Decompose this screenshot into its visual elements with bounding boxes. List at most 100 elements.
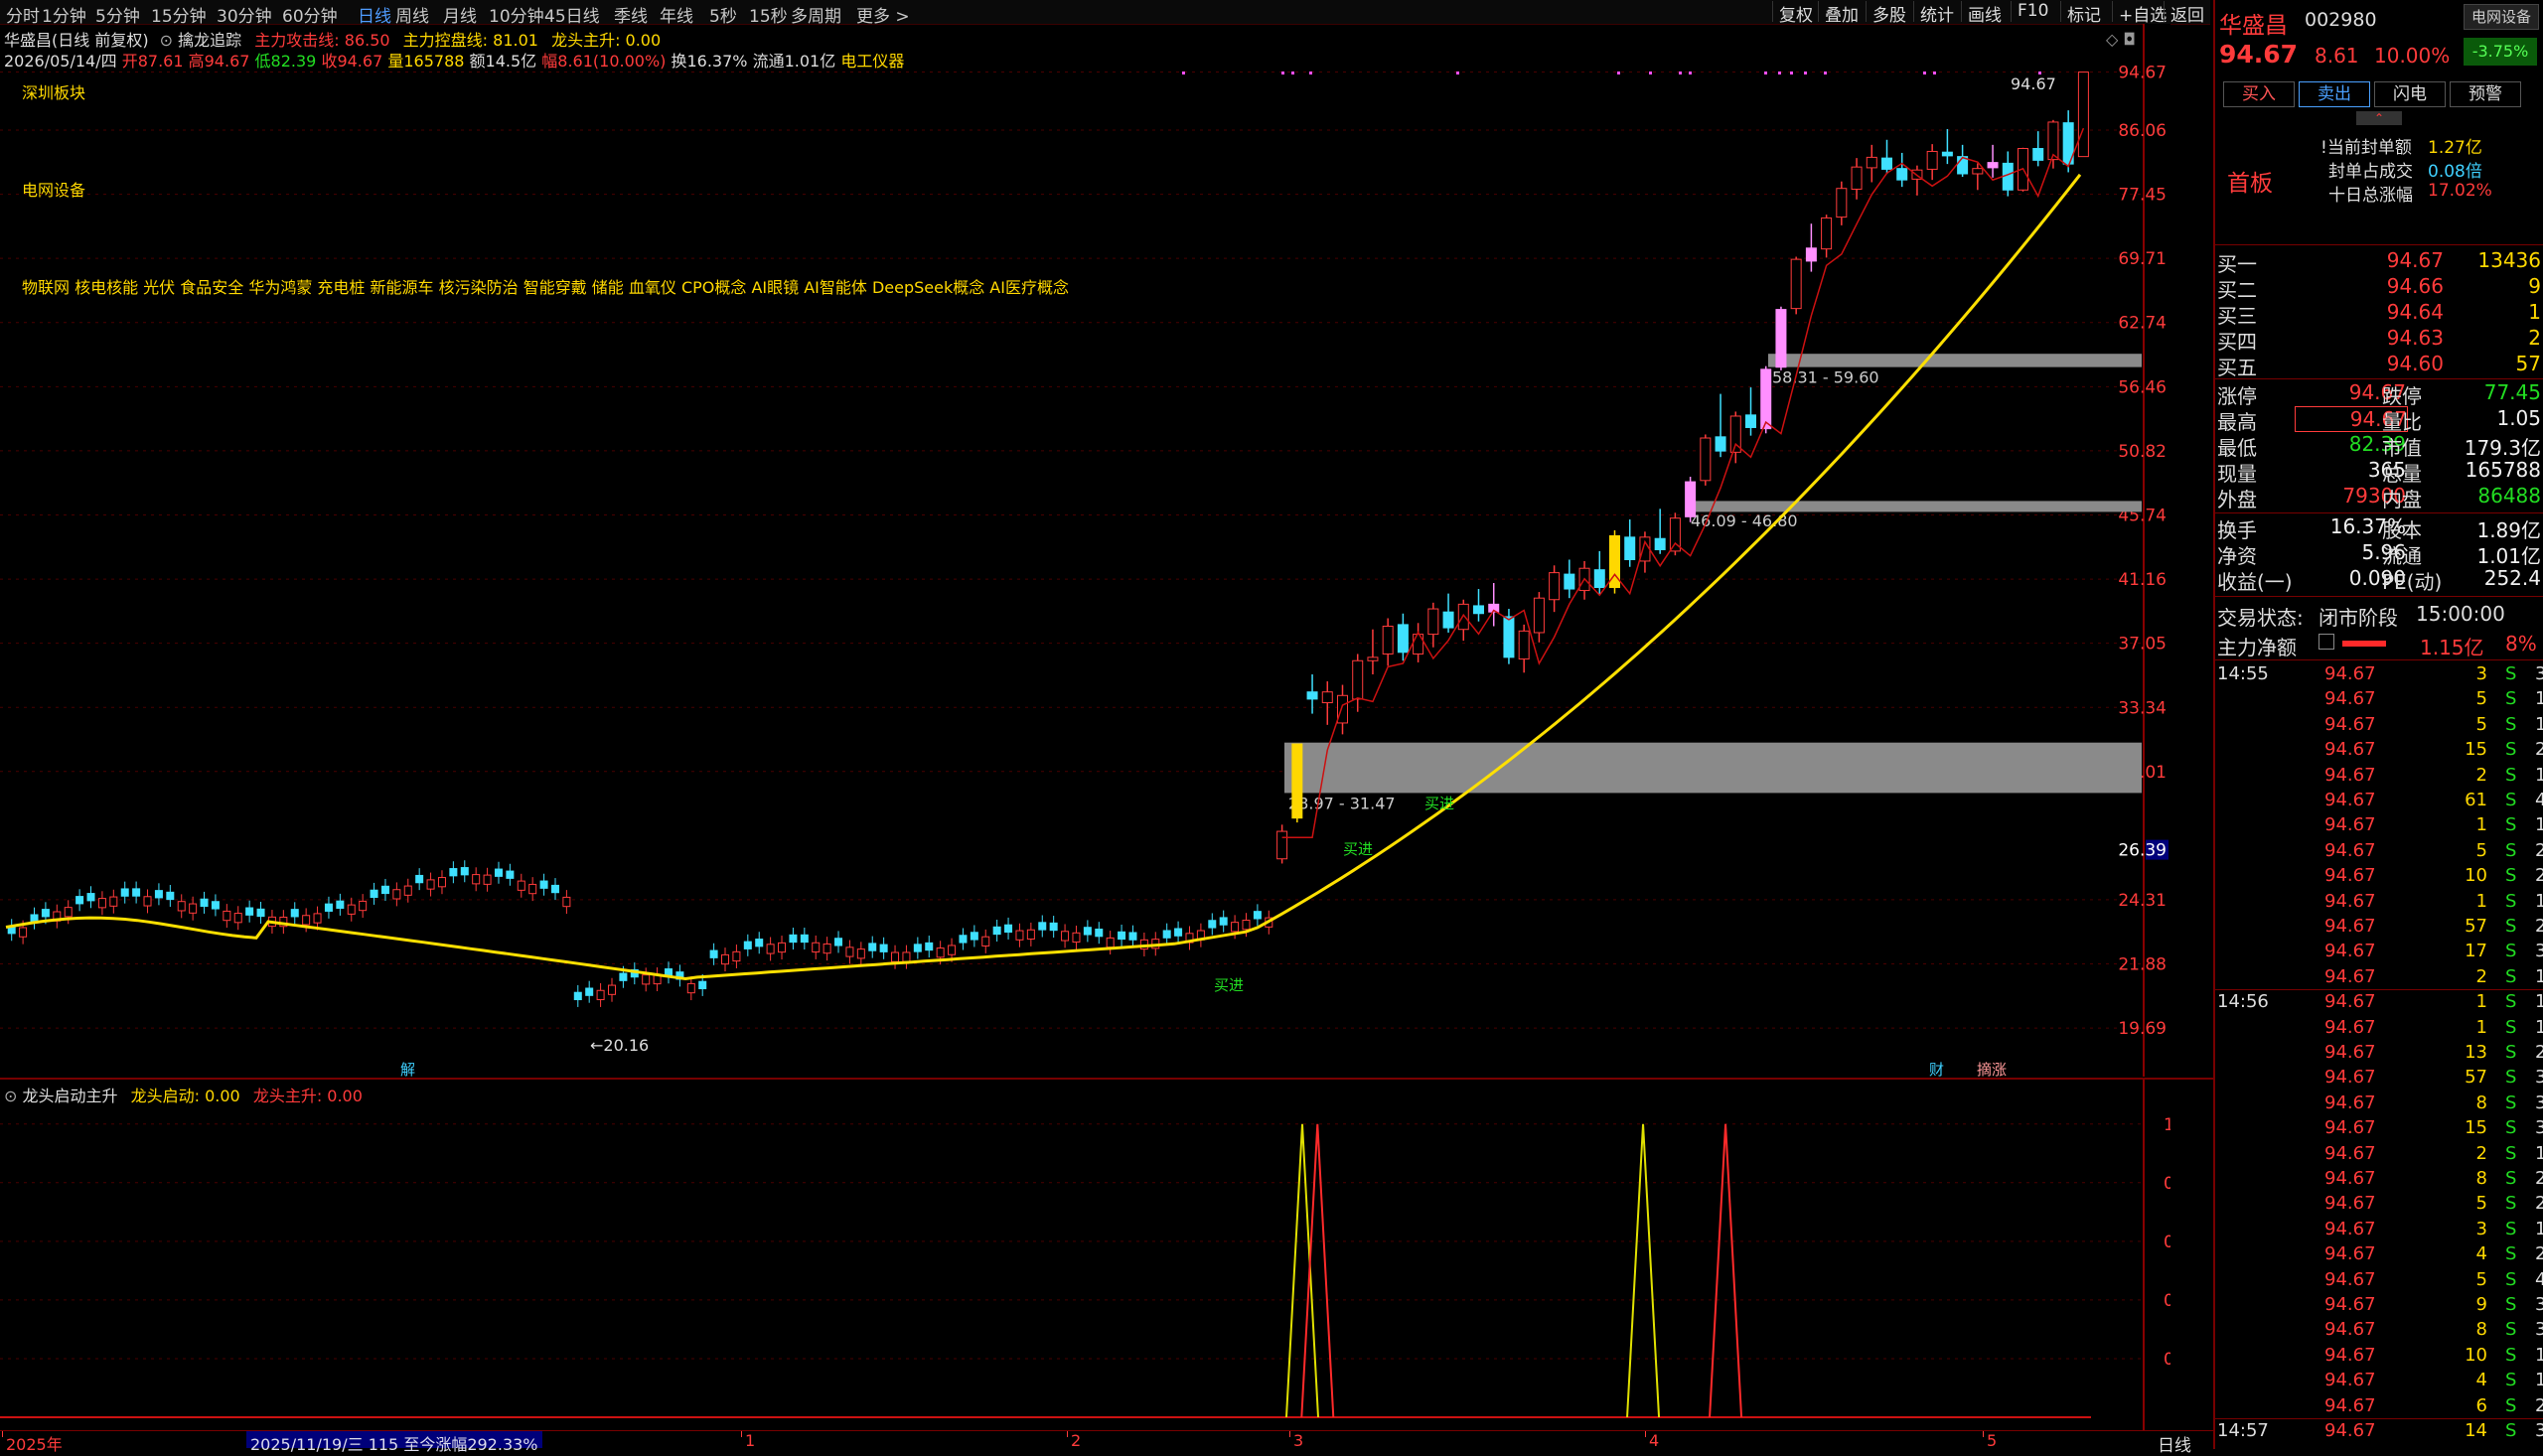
tick-row[interactable]: 14:56 94.67 1 S 1 — [2215, 991, 2543, 1016]
bid-row[interactable]: 买五 94.60 57 — [2215, 352, 2543, 379]
candle-body — [1836, 188, 1848, 218]
candle-body — [256, 908, 265, 918]
tick-volume: 5 — [2475, 713, 2487, 735]
candle-body — [1049, 922, 1058, 932]
tick-row[interactable]: 94.67 15 S 3 — [2215, 1117, 2543, 1142]
toolbar-action-2[interactable]: 多股 — [1866, 1, 1912, 26]
signal-dot — [1804, 72, 1807, 74]
candle-body — [64, 907, 73, 918]
candle-body — [1083, 927, 1092, 936]
y-tick-label: 62.74 — [2118, 314, 2167, 334]
tick-row[interactable]: 94.67 5 S 1 — [2215, 688, 2543, 713]
tick-row[interactable]: 94.67 15 S 2 — [2215, 739, 2543, 764]
mainflow-toggle-icon[interactable] — [2319, 634, 2334, 650]
alert-button[interactable]: 预警 — [2450, 81, 2521, 107]
tick-price: 94.67 — [2324, 1420, 2376, 1441]
tick-price: 94.67 — [2324, 663, 2376, 684]
sub-y-tick-label: 0.60 — [2164, 1233, 2170, 1252]
tick-row[interactable]: 94.67 57 S 3 — [2215, 1067, 2543, 1092]
toolbar-action-3[interactable]: 统计 — [1913, 1, 1960, 26]
tick-row[interactable]: 94.67 1 S 1 — [2215, 891, 2543, 916]
bid-row[interactable]: 买一 94.67 13436 — [2215, 248, 2543, 276]
candle-body — [970, 932, 978, 941]
candle-body — [1291, 743, 1303, 819]
tick-row[interactable]: 94.67 2 S 1 — [2215, 966, 2543, 991]
tick-row[interactable]: 94.67 5 S 1 — [2215, 714, 2543, 739]
tick-row[interactable]: 94.67 3 S 1 — [2215, 1219, 2543, 1243]
tick-row[interactable]: 94.67 8 S 3 — [2215, 1319, 2543, 1344]
candle-body — [1337, 694, 1348, 724]
stat-label: 涨停 — [2217, 384, 2257, 408]
stock-code: 002980 — [2305, 9, 2377, 31]
fundamental-stats: 换手 16.37% 股本 1.89亿 净资 5.96 流通 1.01亿 收益(一) … — [2215, 514, 2543, 594]
toolbar-action-6[interactable]: 标记 — [2060, 1, 2107, 26]
stock-name: 华盛昌 — [2219, 13, 2288, 39]
flash-button[interactable]: 闪电 — [2374, 81, 2446, 107]
tick-row[interactable]: 94.67 5 S 4 — [2215, 1269, 2543, 1294]
bid-row[interactable]: 买三 94.64 1 — [2215, 300, 2543, 328]
candle-body — [1457, 603, 1469, 631]
tick-row[interactable]: 94.67 17 S 3 — [2215, 941, 2543, 965]
tick-row[interactable]: 14:57 94.67 14 S 3 — [2215, 1420, 2543, 1445]
order-book: 买一 94.67 13436 买二 94.66 9 买三 94.64 1 买四 94.… — [2215, 248, 2543, 379]
stat-label: 总量 — [2382, 462, 2422, 486]
tick-row[interactable]: 94.67 8 S 2 — [2215, 1168, 2543, 1193]
buy-button[interactable]: 买入 — [2223, 81, 2295, 107]
candle-body — [1685, 481, 1697, 517]
tick-volume: 6 — [2475, 1394, 2487, 1416]
tick-row[interactable]: 14:55 94.67 3 S 3 — [2215, 663, 2543, 688]
tick-row[interactable]: 94.67 5 S 2 — [2215, 1193, 2543, 1218]
y-tick-label: 26.39 — [2118, 841, 2167, 861]
bid-row[interactable]: 买四 94.63 2 — [2215, 326, 2543, 354]
tick-row[interactable]: 94.67 13 S 2 — [2215, 1042, 2543, 1067]
tick-row[interactable]: 94.67 1 S 1 — [2215, 1017, 2543, 1042]
tick-row[interactable]: 94.67 8 S 3 — [2215, 1092, 2543, 1117]
tick-row[interactable]: 94.67 6 S 2 — [2215, 1395, 2543, 1420]
sub-indicator-chart[interactable]: 1.00 0.80 0.60 0.40 0.20 — [0, 1080, 2170, 1430]
quote-stat-row: 最低 82.39 市值 179.3亿 — [2215, 432, 2543, 460]
candle-body — [1128, 932, 1137, 941]
tick-price: 94.67 — [2324, 764, 2376, 786]
tick-row[interactable]: 94.67 4 S 2 — [2215, 1243, 2543, 1268]
bid-price: 94.60 — [2386, 352, 2444, 375]
sector-tag[interactable]: 电网设备 — [2464, 4, 2539, 30]
candlestick-chart[interactable]: 94.6786.0677.4569.7162.7456.4650.8245.74… — [0, 24, 2170, 1077]
candle-body — [1805, 247, 1817, 262]
toolbar-action-0[interactable]: 复权 — [1772, 1, 1819, 26]
bid-row[interactable]: 买二 94.66 9 — [2215, 274, 2543, 302]
tick-row[interactable]: 94.67 1 S 1 — [2215, 814, 2543, 839]
candle-body — [200, 898, 209, 908]
candle-body — [154, 890, 163, 899]
bid-volume: 57 — [2515, 352, 2541, 375]
tick-row[interactable]: 94.67 5 S 2 — [2215, 840, 2543, 865]
tick-row[interactable]: 94.67 2 S 1 — [2215, 1143, 2543, 1168]
candle-body — [1715, 436, 1726, 452]
candle-body — [948, 945, 957, 955]
collapse-arrow-icon[interactable]: ⌃ — [2356, 111, 2402, 125]
signal-dot — [1291, 72, 1294, 74]
signal-dot — [1778, 72, 1781, 74]
toolbar-action-4[interactable]: 画线 — [1961, 1, 2008, 26]
sell-button[interactable]: 卖出 — [2299, 81, 2370, 107]
toolbar-action-1[interactable]: 叠加 — [1818, 1, 1865, 26]
tick-row[interactable]: 94.67 10 S 1 — [2215, 1345, 2543, 1370]
toolbar-action-5[interactable]: F10 — [2011, 1, 2054, 22]
axis-mode-label[interactable]: 日线 — [2158, 1431, 2191, 1456]
toolbar-action-8[interactable]: 返回 — [2164, 1, 2210, 26]
tick-side: S — [2505, 663, 2517, 684]
tick-count: 2 — [2535, 1394, 2543, 1416]
candle-body — [1427, 608, 1439, 636]
tick-row[interactable]: 94.67 10 S 2 — [2215, 865, 2543, 890]
tick-row[interactable]: 94.67 4 S 1 — [2215, 1370, 2543, 1394]
tick-list[interactable]: 14:55 94.67 3 S 3 94.67 5 S 1 94.67 5 S … — [2215, 663, 2543, 1448]
bid-price: 94.66 — [2386, 274, 2444, 298]
tick-price: 94.67 — [2324, 1067, 2376, 1089]
x-tick-mark — [1067, 1431, 1068, 1437]
candle-body — [1593, 569, 1605, 589]
candle-body — [483, 874, 492, 885]
tick-row[interactable]: 94.67 9 S 3 — [2215, 1294, 2543, 1319]
tick-row[interactable]: 94.67 2 S 1 — [2215, 765, 2543, 790]
tick-row[interactable]: 94.67 61 S 4 — [2215, 790, 2543, 814]
tick-row[interactable]: 94.67 57 S 2 — [2215, 916, 2543, 941]
tick-volume: 3 — [2475, 1218, 2487, 1239]
